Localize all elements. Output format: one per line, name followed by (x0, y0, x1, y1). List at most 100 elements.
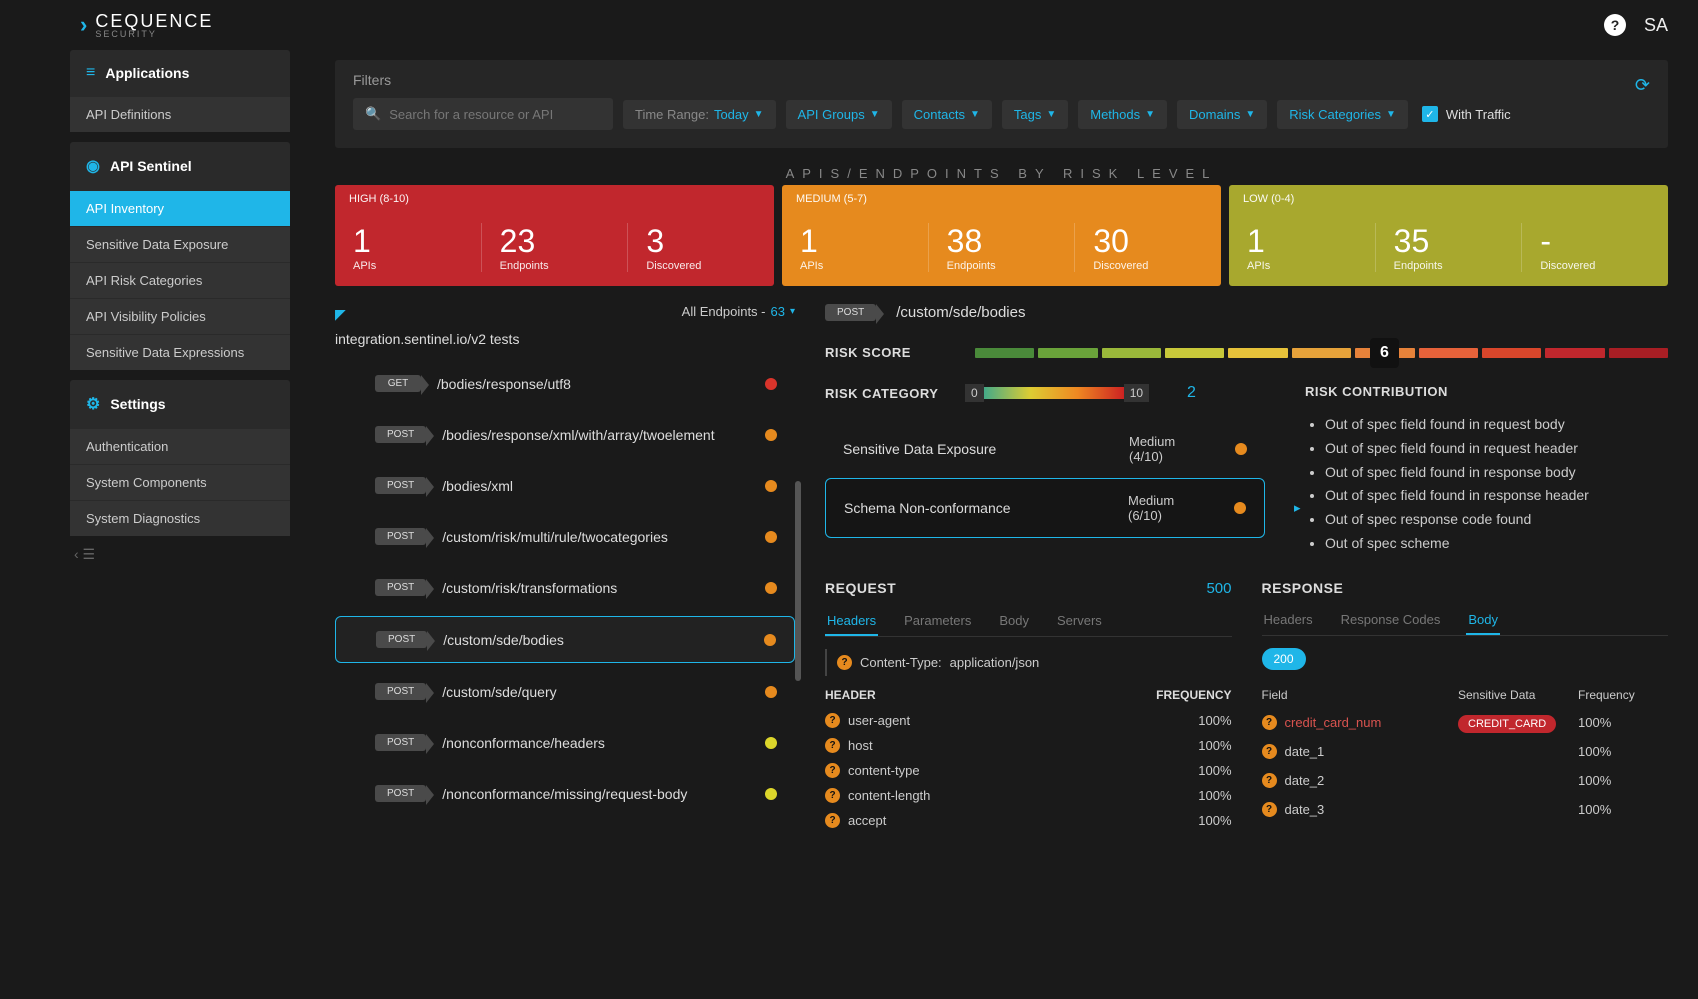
info-icon[interactable]: ? (825, 788, 840, 803)
endpoints-header[interactable]: All Endpoints - 63 ▾ (335, 304, 795, 319)
risk-dot-icon (765, 429, 777, 441)
request-tab-servers[interactable]: Servers (1055, 607, 1104, 636)
request-header-row[interactable]: ?content-length100% (825, 783, 1232, 808)
nav-item-sensitive-data-exposure[interactable]: Sensitive Data Exposure (70, 226, 290, 262)
nav-section-api-sentinel[interactable]: ◉API Sentinel (70, 142, 290, 190)
chevron-down-icon: ▼ (1386, 109, 1396, 120)
endpoint-item[interactable]: POST/nonconformance/headers (335, 720, 795, 765)
filter-chip-api-groups[interactable]: API Groups▼ (786, 100, 892, 129)
info-icon[interactable]: ? (1262, 715, 1277, 730)
chevron-down-icon: ▼ (1046, 109, 1056, 120)
nav-item-sensitive-data-expressions[interactable]: Sensitive Data Expressions (70, 334, 290, 370)
refresh-icon[interactable]: ⟳ (1635, 75, 1650, 96)
request-tab-headers[interactable]: Headers (825, 607, 878, 636)
risk-category-item[interactable]: Sensitive Data ExposureMedium(4/10) (825, 420, 1265, 478)
risk-dot-icon (765, 737, 777, 749)
info-icon[interactable]: ? (825, 763, 840, 778)
nav-item-api-visibility-policies[interactable]: API Visibility Policies (70, 298, 290, 334)
nav-item-api-inventory[interactable]: API Inventory (70, 190, 290, 226)
method-badge: GET (375, 375, 421, 392)
chevron-down-icon: ▼ (870, 109, 880, 120)
help-icon[interactable]: ? (1604, 14, 1626, 36)
risk-category-label: RISK CATEGORY (825, 386, 945, 401)
search-icon: 🔍 (365, 106, 381, 122)
risk-card-high[interactable]: HIGH (8-10)1APIs23Endpoints3Discovered (335, 185, 774, 286)
endpoint-path: /bodies/response/xml/with/array/twoeleme… (442, 427, 749, 443)
risk-score-label: RISK SCORE (825, 345, 945, 360)
filter-with-traffic[interactable]: ✓ With Traffic (1422, 106, 1511, 122)
response-tab-headers[interactable]: Headers (1262, 606, 1315, 635)
info-icon[interactable]: ? (825, 713, 840, 728)
category-count: 2 (1187, 384, 1196, 402)
nav-section-applications[interactable]: ≡Applications (70, 50, 290, 96)
nav-item-authentication[interactable]: Authentication (70, 428, 290, 464)
response-field-row[interactable]: ?date_1100% (1262, 737, 1669, 766)
method-badge: POST (375, 579, 426, 596)
request-header-row[interactable]: ?host100% (825, 733, 1232, 758)
detail-method-badge: POST (825, 304, 876, 321)
endpoint-item[interactable]: POST/nonconformance/missing/request-body (335, 771, 795, 816)
filter-chip-domains[interactable]: Domains▼ (1177, 100, 1267, 129)
response-field-row[interactable]: ?date_3100% (1262, 795, 1669, 824)
info-icon[interactable]: ? (825, 813, 840, 828)
info-icon[interactable]: ? (1262, 773, 1277, 788)
endpoint-path: /custom/risk/multi/rule/twocategories (442, 529, 749, 545)
risk-score-value: 6 (1370, 338, 1399, 368)
filters-panel: Filters ⟳ 🔍 Search for a resource or API… (335, 60, 1668, 148)
info-icon[interactable]: ? (837, 655, 852, 670)
endpoint-item[interactable]: POST/custom/sde/query (335, 669, 795, 714)
risk-category-item[interactable]: Schema Non-conformanceMedium(6/10)▸ (825, 478, 1265, 538)
logo-icon: › (80, 12, 89, 38)
sensitive-data-badge: CREDIT_CARD (1458, 715, 1556, 733)
info-icon[interactable]: ? (1262, 744, 1277, 759)
endpoint-item[interactable]: POST/bodies/response/xml/with/array/twoe… (335, 412, 795, 457)
filter-time-range[interactable]: Time Range: Today ▼ (623, 100, 776, 129)
method-badge: POST (375, 683, 426, 700)
request-header-row[interactable]: ?content-type100% (825, 758, 1232, 783)
nav-item-api-definitions[interactable]: API Definitions (70, 96, 290, 132)
request-header-row[interactable]: ?accept100% (825, 808, 1232, 833)
endpoint-item[interactable]: POST/custom/sde/bodies (335, 616, 795, 663)
response-tab-body[interactable]: Body (1466, 606, 1500, 635)
detail-path: /custom/sde/bodies (896, 304, 1025, 321)
endpoint-item[interactable]: POST/bodies/xml (335, 463, 795, 508)
request-header-row[interactable]: ?user-agent100% (825, 708, 1232, 733)
response-field-row[interactable]: ?credit_card_numCREDIT_CARD100% (1262, 708, 1669, 737)
nav-item-system-components[interactable]: System Components (70, 464, 290, 500)
search-input[interactable]: 🔍 Search for a resource or API (353, 98, 613, 130)
response-field-row[interactable]: ?date_2100% (1262, 766, 1669, 795)
risk-card-low[interactable]: LOW (0-4)1APIs35Endpoints-Discovered (1229, 185, 1668, 286)
risk-dot-icon (765, 480, 777, 492)
endpoint-item[interactable]: POST/custom/risk/transformations (335, 565, 795, 610)
user-avatar[interactable]: SA (1644, 15, 1668, 36)
nav-item-system-diagnostics[interactable]: System Diagnostics (70, 500, 290, 536)
info-icon[interactable]: ? (825, 738, 840, 753)
filter-chip-contacts[interactable]: Contacts▼ (902, 100, 992, 129)
info-icon[interactable]: ? (1262, 802, 1277, 817)
status-code-badge[interactable]: 200 (1262, 648, 1306, 670)
chevron-down-icon: ▾ (790, 306, 795, 317)
checkbox-checked-icon[interactable]: ✓ (1422, 106, 1438, 122)
endpoint-item[interactable]: GET/bodies/response/utf8 (335, 361, 795, 406)
scrollbar-vertical[interactable] (795, 481, 801, 681)
request-tab-body[interactable]: Body (997, 607, 1031, 636)
request-tab-parameters[interactable]: Parameters (902, 607, 973, 636)
endpoint-path: /custom/risk/transformations (442, 580, 749, 596)
filter-chip-methods[interactable]: Methods▼ (1078, 100, 1167, 129)
filter-chip-risk-categories[interactable]: Risk Categories▼ (1277, 100, 1408, 129)
nav-section-settings[interactable]: ⚙Settings (70, 380, 290, 428)
endpoint-path: /bodies/response/utf8 (437, 376, 749, 392)
risk-dot-icon (765, 531, 777, 543)
endpoint-path: /custom/sde/query (442, 684, 749, 700)
response-tab-response-codes[interactable]: Response Codes (1339, 606, 1443, 635)
search-placeholder: Search for a resource or API (389, 107, 553, 122)
risk-card-medium[interactable]: MEDIUM (5-7)1APIs38Endpoints30Discovered (782, 185, 1221, 286)
flag-icon[interactable]: ◤ (335, 306, 346, 323)
sidebar-collapse-toggle[interactable]: ‹ ☰ (70, 546, 290, 563)
endpoint-path: /nonconformance/missing/request-body (442, 786, 749, 802)
endpoint-item[interactable]: POST/custom/risk/multi/rule/twocategorie… (335, 514, 795, 559)
nav-item-api-risk-categories[interactable]: API Risk Categories (70, 262, 290, 298)
method-badge: POST (375, 734, 426, 751)
section-icon: ≡ (86, 64, 95, 82)
filter-chip-tags[interactable]: Tags▼ (1002, 100, 1068, 129)
